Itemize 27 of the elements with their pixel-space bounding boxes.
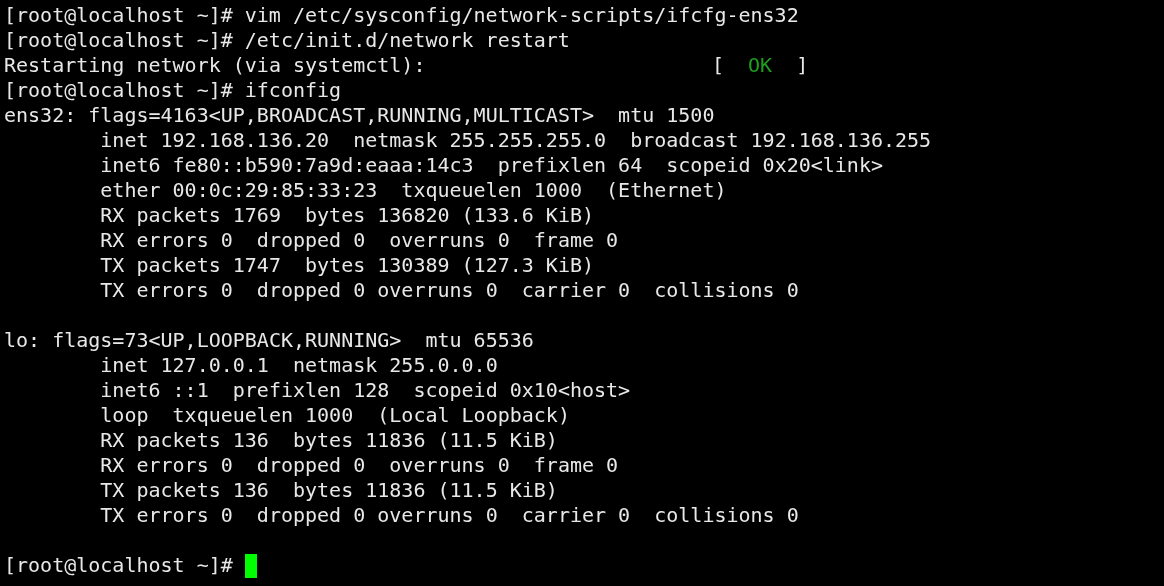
bracket-text: ] — [796, 53, 809, 78]
output-line: TX packets 136 bytes 11836 (11.5 KiB) — [99, 478, 558, 503]
command-text: /etc/init.d/network restart — [244, 28, 570, 53]
output-line: RX packets 1769 bytes 136820 (133.6 KiB) — [99, 203, 594, 228]
output-line: loop txqueuelen 1000 (Local Loopback) — [99, 403, 570, 428]
output-line: TX errors 0 dropped 0 overruns 0 carrier 0 collisions 0 — [99, 278, 799, 303]
prompt-text: [root@localhost ~]# — [4, 3, 233, 28]
output-line: TX errors 0 dropped 0 overruns 0 carrier 0 collisions 0 — [99, 503, 799, 528]
output-line: inet6 fe80::b590:7a9d:eaaa:14c3 prefixlen 64 scopeid 0x20<link> — [99, 153, 883, 178]
output-line: RX errors 0 dropped 0 overruns 0 frame 0 — [99, 453, 619, 478]
command-text: vim /etc/sysconfig/network-scripts/ifcfg-ens32 — [244, 3, 799, 28]
prompt-text: [root@localhost ~]# — [4, 78, 233, 103]
prompt-text: [root@localhost ~]# — [4, 553, 233, 578]
output-line: lo: flags=73<UP,LOOPBACK,RUNNING> mtu 65536 — [4, 328, 534, 353]
command-text: ifconfig — [244, 78, 342, 103]
output-line: TX packets 1747 bytes 130389 (127.3 KiB) — [99, 253, 594, 278]
status-ok-text: OK — [748, 53, 773, 78]
output-line: inet6 ::1 prefixlen 128 scopeid 0x10<host> — [99, 378, 631, 403]
output-line: inet 127.0.0.1 netmask 255.0.0.0 — [99, 353, 498, 378]
output-line: RX errors 0 dropped 0 overruns 0 frame 0 — [99, 228, 619, 253]
output-line: ens32: flags=4163<UP,BROADCAST,RUNNING,MULTICAST> mtu 1500 — [4, 103, 715, 128]
prompt-text: [root@localhost ~]# — [4, 28, 233, 53]
output-line: ether 00:0c:29:85:33:23 txqueuelen 1000 (Ethernet) — [99, 178, 727, 203]
output-line: RX packets 136 bytes 11836 (11.5 KiB) — [99, 428, 558, 453]
bracket-text: [ — [712, 53, 725, 78]
status-message: Restarting network (via systemctl): — [4, 53, 427, 78]
output-line: inet 192.168.136.20 netmask 255.255.255.0 broadcast 192.168.136.255 — [99, 128, 932, 153]
